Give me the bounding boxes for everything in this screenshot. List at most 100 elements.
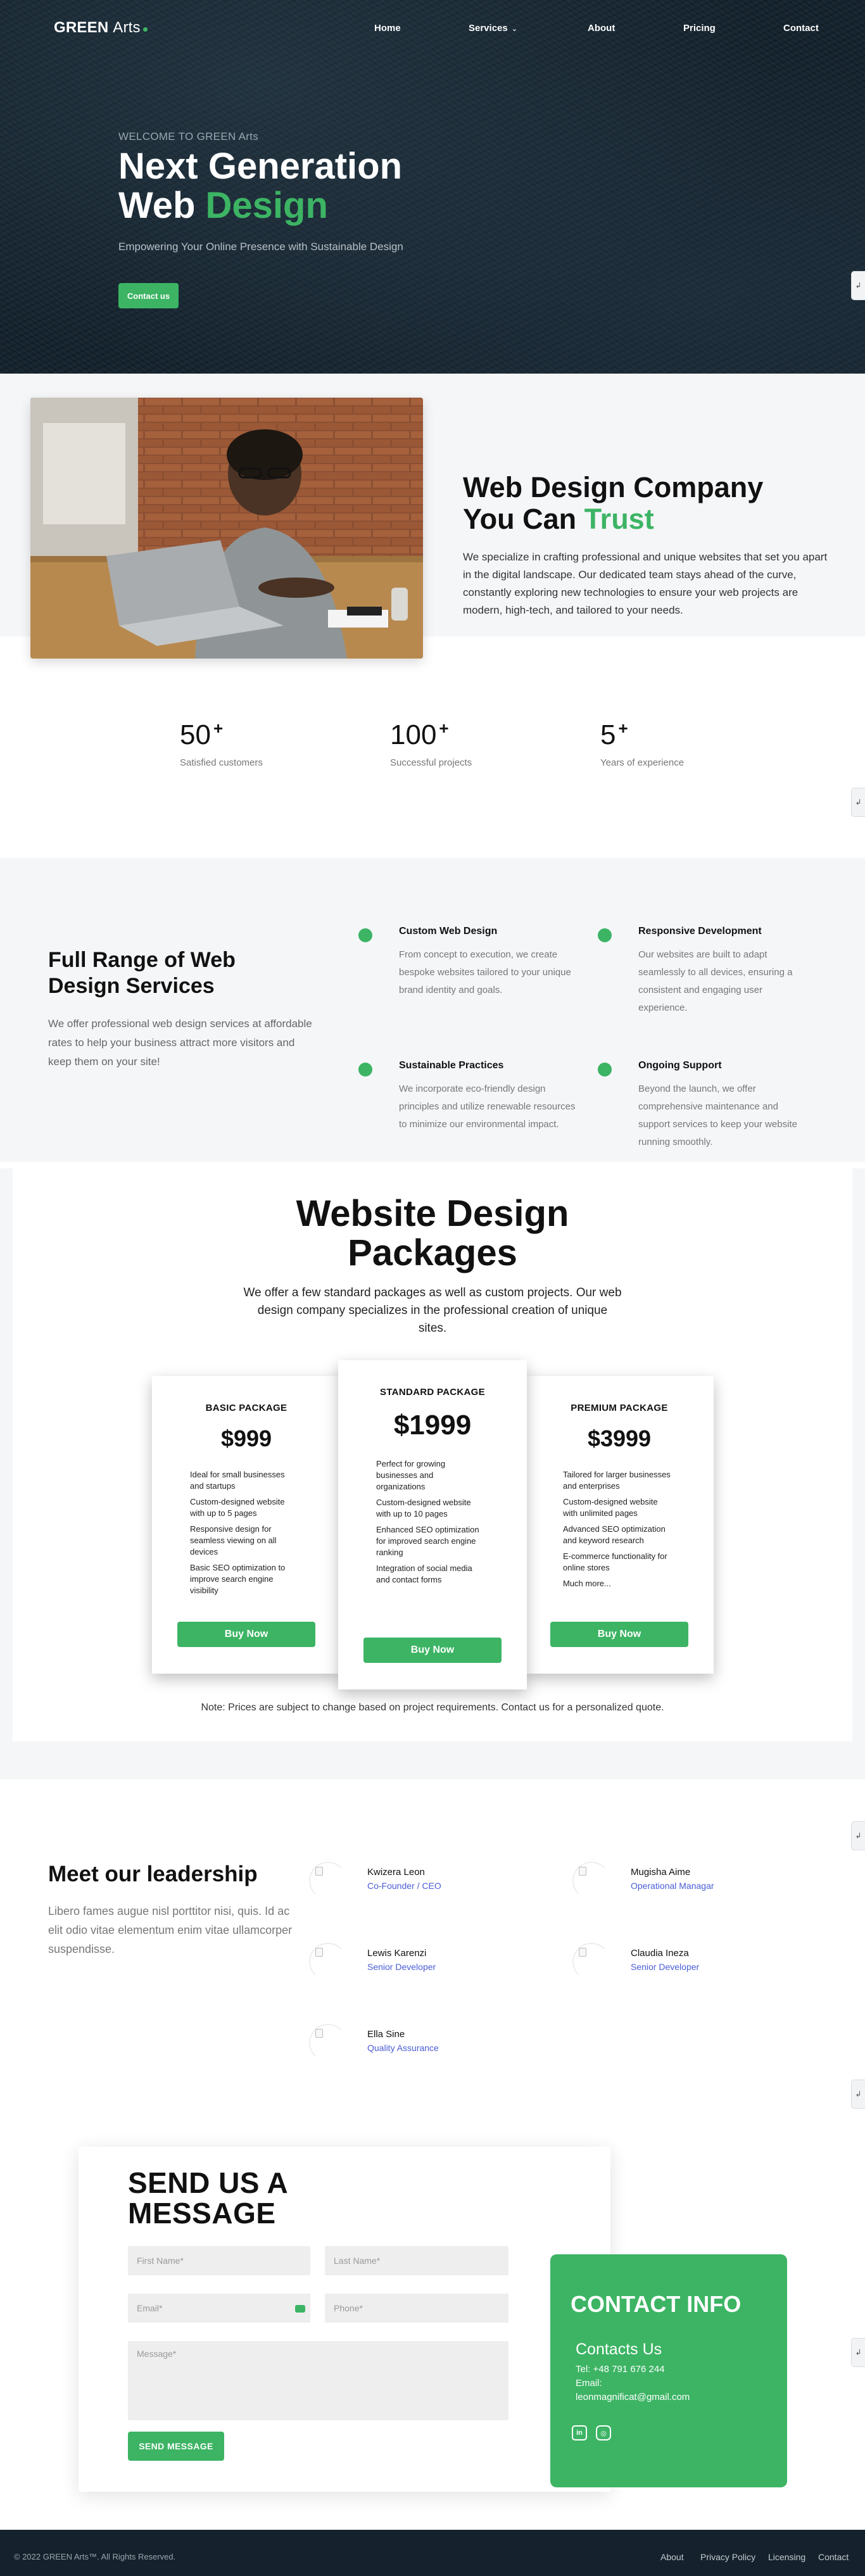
site-logo[interactable]: GREEN Arts	[54, 19, 148, 37]
logo-dot-icon	[142, 27, 148, 32]
phone-field[interactable]	[325, 2294, 508, 2323]
about-title-highlight: Trust	[584, 503, 654, 535]
package-name: BASIC PACKAGE	[205, 1403, 287, 1413]
message-field[interactable]	[128, 2341, 508, 2420]
side-tab-handle[interactable]: ↲	[851, 2080, 865, 2109]
contact-us-button[interactable]: Contact us	[118, 283, 179, 308]
stat-label: Satisfied customers	[180, 757, 263, 768]
member-name: Kwizera Leon	[367, 1867, 425, 1878]
avatar	[309, 2024, 347, 2062]
green-dot-icon	[598, 1063, 612, 1076]
member-role: Senior Developer	[631, 1962, 700, 1972]
man-with-laptop-image	[30, 398, 423, 659]
last-name-field[interactable]	[325, 2246, 508, 2275]
side-tab-handle[interactable]: ↲	[851, 788, 865, 817]
side-tab-handle[interactable]: ↲	[851, 271, 865, 300]
feature-item: Advanced SEO optimization and keyword re…	[563, 1524, 666, 1545]
stat-plus: +	[618, 719, 628, 738]
side-tab-handle[interactable]: ↲	[851, 1821, 865, 1850]
member-role: Co-Founder / CEO	[367, 1881, 441, 1891]
feature-item: Much more...	[563, 1579, 611, 1588]
side-tab-handle[interactable]: ↲	[851, 2338, 865, 2367]
buy-now-button[interactable]: Buy Now	[363, 1638, 502, 1663]
contact-form-title: SEND US A MESSAGE	[128, 2168, 381, 2228]
broken-image-icon	[579, 1867, 586, 1876]
side-tab-icon: ↲	[855, 798, 862, 807]
stat-number: 50 +	[180, 719, 263, 751]
side-tab-icon: ↲	[855, 281, 862, 290]
feature-item: E-commerce functionality for online stor…	[563, 1551, 667, 1572]
contact-email-label: Email:	[576, 2378, 602, 2389]
service-title: Ongoing Support	[638, 1060, 722, 1071]
package-name: STANDARD PACKAGE	[380, 1387, 485, 1398]
hero-title-line2: Web Design	[118, 186, 562, 225]
hero-title-highlight: Design	[205, 185, 328, 226]
feature-item: Ideal for small businesses and startups	[190, 1470, 285, 1491]
team-member: Mugisha Aime Operational Managar	[572, 1862, 775, 1900]
footer-link-licensing[interactable]: Licensing	[768, 2552, 805, 2562]
buy-now-button[interactable]: Buy Now	[550, 1622, 688, 1647]
team-member: Claudia Ineza Senior Developer	[572, 1943, 775, 1981]
leadership-text: Libero fames augue nisl porttitor nisi, …	[48, 1905, 293, 1955]
about-photo	[30, 398, 423, 659]
send-message-button[interactable]: SEND MESSAGE	[128, 2432, 224, 2461]
autofill-icon[interactable]	[295, 2305, 305, 2313]
member-name: Mugisha Aime	[631, 1867, 691, 1878]
contact-phone: Tel: +48 791 676 244	[576, 2364, 665, 2375]
avatar	[572, 1862, 610, 1900]
linkedin-icon[interactable]: in	[572, 2425, 587, 2440]
team-member: Kwizera Leon Co-Founder / CEO	[309, 1862, 512, 1900]
instagram-icon[interactable]: ◎	[596, 2425, 611, 2440]
service-item: Ongoing Support Beyond the launch, we of…	[598, 1060, 809, 1151]
stat-label: Years of experience	[600, 757, 685, 768]
about-title-line2: You Can Trust	[463, 503, 818, 535]
footer: © 2022 GREEN Arts™. All Rights Reserved.…	[0, 2530, 865, 2576]
nav-contact[interactable]: Contact	[783, 23, 819, 34]
member-role: Senior Developer	[367, 1962, 436, 1972]
service-text: We incorporate eco-friendly design princ…	[399, 1083, 576, 1130]
footer-link-about[interactable]: About	[660, 2552, 684, 2562]
package-features: Ideal for small businesses and startups …	[190, 1469, 298, 1601]
service-title: Sustainable Practices	[399, 1060, 504, 1071]
nav-home[interactable]: Home	[374, 23, 401, 34]
nav-pricing[interactable]: Pricing	[683, 23, 716, 34]
avatar	[572, 1943, 610, 1981]
contact-info-subtitle: Contacts Us	[576, 2340, 662, 2358]
team-member: Ella Sine Quality Assurance	[309, 2024, 512, 2062]
buy-now-button[interactable]: Buy Now	[177, 1622, 315, 1647]
footer-link-contact[interactable]: Contact	[818, 2552, 849, 2562]
stat-customers: 50 + Satisfied customers	[180, 719, 263, 768]
stat-plus: +	[439, 719, 449, 738]
nav-about[interactable]: About	[588, 23, 615, 34]
form-title-line2: MESSAGE	[128, 2197, 276, 2230]
hero-title-line1: Next Generation	[118, 146, 402, 187]
packages-note: Note: Prices are subject to change based…	[201, 1702, 664, 1713]
green-dot-icon	[358, 928, 372, 942]
avatar	[309, 1943, 347, 1981]
stat-number: 5 +	[600, 719, 684, 751]
about-title: Web Design Company You Can Trust	[463, 472, 818, 535]
broken-image-icon	[315, 1867, 323, 1876]
top-navigation: GREEN Arts Home Services ⌄ About Pricing …	[0, 0, 865, 57]
side-tab-icon: ↲	[855, 2090, 862, 2099]
footer-link-privacy[interactable]: Privacy Policy	[700, 2552, 755, 2562]
email-field[interactable]	[128, 2294, 310, 2323]
member-name: Lewis Karenzi	[367, 1948, 427, 1959]
member-name: Ella Sine	[367, 2029, 405, 2040]
feature-item: Custom-designed website with unlimited p…	[563, 1497, 658, 1518]
first-name-field[interactable]	[128, 2246, 310, 2275]
hero-title-plain: Web	[118, 185, 206, 226]
stat-plus: +	[213, 719, 224, 738]
feature-item: Enhanced SEO optimization for improved s…	[376, 1525, 479, 1557]
feature-item: Custom-designed website with up to 5 pag…	[190, 1497, 285, 1518]
chevron-down-icon: ⌄	[511, 25, 517, 33]
member-name: Claudia Ineza	[631, 1948, 689, 1959]
feature-item: Custom-designed website with up to 10 pa…	[376, 1498, 471, 1518]
contact-email[interactable]: leonmagnificat@gmail.com	[576, 2391, 690, 2404]
avatar	[309, 1862, 347, 1900]
package-features: Perfect for growing businesses and organ…	[376, 1458, 484, 1590]
form-title-line1: SEND US A	[128, 2166, 289, 2199]
contact-info-card: CONTACT INFO Contacts Us Tel: +48 791 67…	[550, 2254, 787, 2487]
package-card-basic: BASIC PACKAGE $999 Ideal for small busin…	[152, 1376, 341, 1674]
nav-services[interactable]: Services ⌄	[469, 23, 517, 34]
